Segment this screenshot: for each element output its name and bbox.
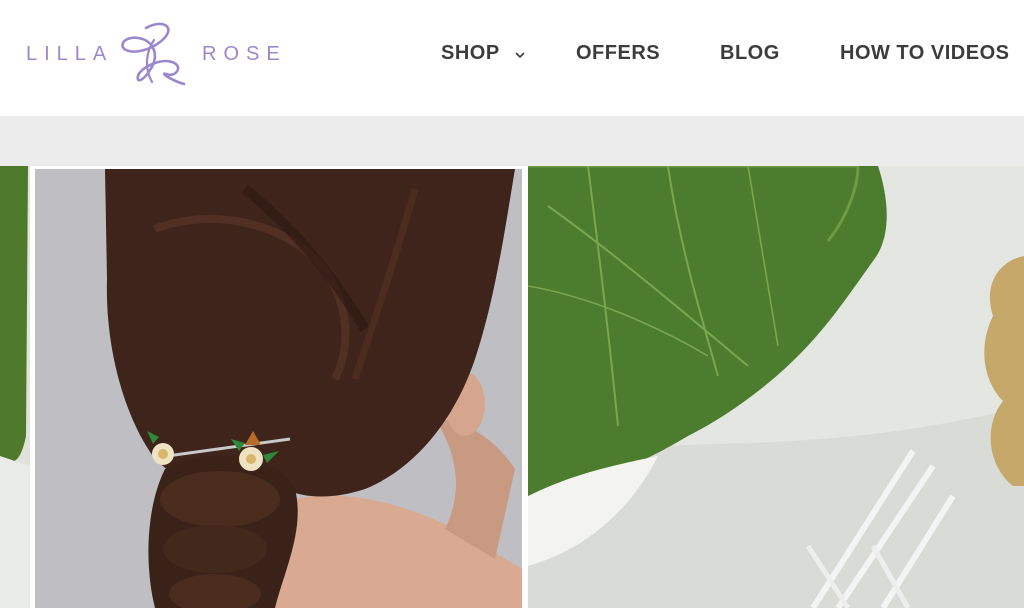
site-header: LILLA ROSE SHOP OFFERS BLOG HOW TO VIDEO… [0, 0, 1024, 116]
gallery-image-leaf-pins[interactable] [528, 166, 1024, 608]
gallery-image-hair-pins[interactable] [35, 169, 522, 608]
nav-offers[interactable]: OFFERS [576, 42, 660, 68]
image-gallery [0, 166, 1024, 608]
chevron-down-icon[interactable] [514, 50, 526, 60]
header-divider-band [0, 116, 1024, 166]
nav-blog[interactable]: BLOG [720, 42, 780, 68]
main-nav: SHOP OFFERS BLOG HOW TO VIDEOS [0, 0, 1024, 116]
nav-how-to-videos[interactable]: HOW TO VIDEOS [840, 42, 1009, 68]
nav-shop[interactable]: SHOP [441, 42, 500, 68]
gallery-image-leaf-edge[interactable] [0, 166, 30, 608]
